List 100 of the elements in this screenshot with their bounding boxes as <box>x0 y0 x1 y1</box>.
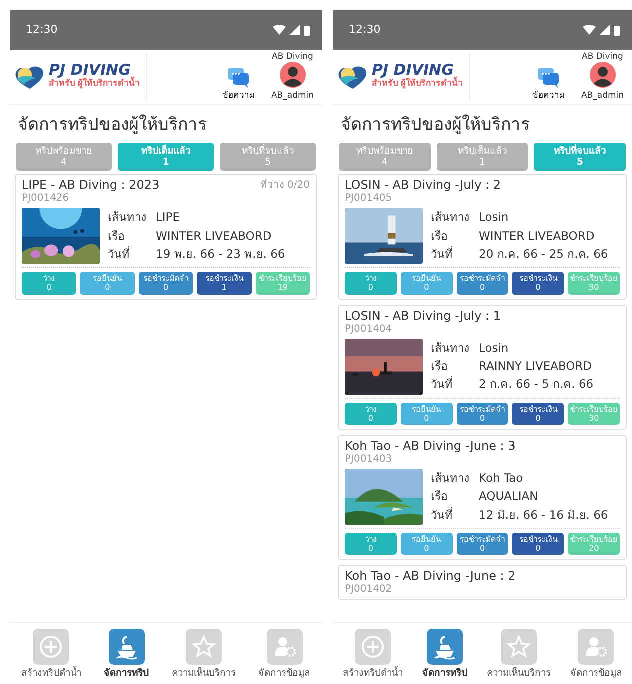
detail-label: วันที่ <box>431 508 454 522</box>
status-badge[interactable]: รอชำระเงิน 0 <box>512 402 564 426</box>
nav-item[interactable]: ความเห็นบริการ <box>172 629 236 682</box>
company-name: AB Diving <box>582 52 624 62</box>
trip-card[interactable]: LOSIN - AB Diving -July : 2 PJ001405 เส้นทาง Losin เรือ WINTER LIVEABORD วันที่ 20 ก.ค. 66 - 25 ก.ค. 66 ว่าง 0 รอยืนยัน 0 รอชำระมัดจำ 0 รอชำระเงิน 0 ชำระเรียบร้อย 30 <box>338 174 627 300</box>
status-badge[interactable]: รอชำระเงิน 1 <box>197 272 252 295</box>
trip-code: PJ001404 <box>345 324 394 335</box>
nav-item[interactable]: จัดการข้อมูล <box>570 629 622 682</box>
tab[interactable]: ทริปเต็มแล้ว 1 <box>118 142 214 172</box>
brand-name: PJ DIVING <box>372 63 454 78</box>
star-icon <box>190 634 217 660</box>
detail-label: เส้นทาง <box>431 472 471 486</box>
status-badge[interactable]: รอชำระมัดจำ 0 <box>456 272 508 295</box>
detail-value: 12 มิ.ย. 66 - 16 มิ.ย. 66 <box>479 508 608 522</box>
messages-button[interactable]: ข้อความ <box>532 68 566 102</box>
tab[interactable]: ทริปที่จบแล้ว 5 <box>220 142 316 172</box>
brand-tagline: สำหรับ ผู้ให้บริการดำน้ำ <box>49 78 140 91</box>
logo-icon <box>337 65 369 89</box>
company-name: AB Diving <box>272 52 314 62</box>
nav-item[interactable]: ความเห็นบริการ <box>486 629 551 682</box>
detail-label: วันที่ <box>108 248 131 262</box>
tab[interactable]: ทริปพร้อมขาย 4 <box>339 142 431 172</box>
status-badge[interactable]: รอยืนยัน 0 <box>80 272 135 295</box>
add-icon <box>38 634 64 660</box>
status-badge[interactable]: ว่าง 0 <box>345 402 397 426</box>
add-icon <box>360 634 386 660</box>
page-title: จัดการทริปของผู้ให้บริการ <box>340 114 531 137</box>
status-badge[interactable]: ว่าง 0 <box>22 272 76 295</box>
status-badge[interactable]: ชำระเรียบร้อย 30 <box>568 272 620 295</box>
status-badge[interactable]: รอชำระเงิน 0 <box>512 272 564 295</box>
status-badge[interactable]: รอชำระเงิน 0 <box>512 533 564 556</box>
detail-label: เส้นทาง <box>431 342 471 356</box>
detail-value: WINTER LIVEABORD <box>479 230 595 243</box>
detail-label: เรือ <box>108 230 126 243</box>
chat-icon <box>538 68 560 88</box>
battery-icon <box>614 24 620 36</box>
status-badge[interactable]: รอชำระมัดจำ 0 <box>138 272 194 295</box>
nav-item[interactable]: สร้างทริปดำน้ำ <box>342 629 403 682</box>
trip-code: PJ001426 <box>22 193 70 204</box>
user-name: AB_admin <box>581 92 624 102</box>
nav-item[interactable]: สร้างทริปดำน้ำ <box>21 629 82 682</box>
user-name: AB_admin <box>271 92 314 102</box>
detail-value: 19 พ.ย. 66 - 23 พ.ย. 66 <box>156 248 286 262</box>
avatar-icon[interactable] <box>590 62 616 88</box>
trip-card[interactable]: LOSIN - AB Diving -July : 1 PJ001404 เส้นทาง Losin เรือ RAINNY LIVEABORD วันที่ 2 ก.ค. 66 - 5 ก.ค. 66 ว่าง 0 รอยืนยัน 0 รอชำระมัดจำ 0 รอชำระเงิน 0 ชำระเรียบร้อย 30 <box>338 304 627 430</box>
detail-label: วันที่ <box>431 248 454 262</box>
detail-label: เรือ <box>431 360 449 374</box>
status-badge[interactable]: รอยืนยัน 0 <box>400 272 453 295</box>
brand-tagline: สำหรับ ผู้ให้บริการดำน้ำ <box>372 78 463 91</box>
status-time: 12:30 <box>349 22 381 38</box>
seats-available: ที่ว่าง 0/20 <box>260 178 310 194</box>
tab[interactable]: ทริปพร้อมขาย 4 <box>16 142 112 172</box>
trip-card[interactable]: LIPE - AB Diving : 2023 ที่ว่าง 0/20 PJ001426 เส้นทาง LIPE เรือ WINTER LIVEABORD วันที่ 19 พ.ย. 66 - 23 พ.ย. 66 ว่าง 0 รอยืนยัน 0 รอชำระมัดจำ 0 รอชำระเงิน 1 ชำระเรียบร้อย 19 <box>15 174 317 300</box>
logo-icon <box>14 65 46 89</box>
status-badge[interactable]: ว่าง 0 <box>345 533 397 556</box>
trip-card[interactable]: Koh Tao - AB Diving -June : 3 PJ001403 เส้นทาง Koh Tao เรือ AQUALIAN วันที่ 12 มิ.ย. 66 - 16 มิ.ย. 66 ว่าง 0 รอยืนยัน 0 รอชำระมัดจำ 0 รอชำระเงิน 0 ชำระเรียบร้อย 20 <box>338 435 627 560</box>
detail-value: Losin <box>479 342 509 356</box>
nav-item[interactable]: จัดการข้อมูล <box>258 629 311 682</box>
trip-code: PJ001405 <box>345 193 394 204</box>
chat-icon <box>228 68 250 88</box>
trip-title: Koh Tao - AB Diving -June : 3 <box>345 439 516 454</box>
detail-value: Koh Tao <box>479 472 524 486</box>
trip-title: Koh Tao - AB Diving -June : 2 <box>345 569 516 584</box>
detail-label: เรือ <box>431 490 449 504</box>
detail-value: Losin <box>479 211 509 225</box>
status-time: 12:30 <box>26 22 58 38</box>
status-badge[interactable]: ชำระเรียบร้อย 20 <box>568 533 620 556</box>
messages-button[interactable]: ข้อความ <box>222 68 256 102</box>
wifi-icon <box>583 25 596 35</box>
brand-name: PJ DIVING <box>49 63 131 78</box>
status-badge[interactable]: ชำระเรียบร้อย 30 <box>568 402 620 426</box>
detail-value: RAINNY LIVEABORD <box>479 360 592 374</box>
battery-icon <box>304 24 310 36</box>
status-badge[interactable]: รอชำระมัดจำ 0 <box>456 533 508 556</box>
trip-title: LIPE - AB Diving : 2023 <box>22 178 160 194</box>
status-badge[interactable]: รอยืนยัน 0 <box>400 533 453 556</box>
signal-icon <box>600 25 610 35</box>
detail-label: เส้นทาง <box>431 211 471 225</box>
detail-label: เส้นทาง <box>108 211 148 225</box>
status-badge[interactable]: ว่าง 0 <box>345 272 397 295</box>
star-icon <box>506 634 532 660</box>
detail-value: 2 ก.ค. 66 - 5 ก.ค. 66 <box>479 378 594 392</box>
signal-icon <box>290 25 300 35</box>
detail-label: เรือ <box>431 230 449 243</box>
detail-value: AQUALIAN <box>479 490 538 504</box>
page-title: จัดการทริปของผู้ให้บริการ <box>17 114 208 137</box>
tab[interactable]: ทริปเต็มแล้ว 1 <box>436 142 528 172</box>
trip-code: PJ001403 <box>345 454 394 466</box>
trip-code: PJ001402 <box>345 584 394 596</box>
trip-card[interactable]: Koh Tao - AB Diving -June : 2 PJ001402 <box>338 565 627 600</box>
status-badge[interactable]: รอชำระมัดจำ 0 <box>456 402 508 426</box>
detail-value: 20 ก.ค. 66 - 25 ก.ค. 66 <box>479 248 608 262</box>
detail-value: WINTER LIVEABORD <box>156 230 272 243</box>
status-badge[interactable]: ชำระเรียบร้อย 19 <box>256 272 310 295</box>
status-badge[interactable]: รอยืนยัน 0 <box>400 402 453 426</box>
wifi-icon <box>273 25 286 35</box>
avatar-icon[interactable] <box>280 62 306 88</box>
trip-title: LOSIN - AB Diving -July : 1 <box>345 308 501 324</box>
detail-value: LIPE <box>156 211 180 225</box>
tab[interactable]: ทริปที่จบแล้ว 5 <box>534 142 626 172</box>
